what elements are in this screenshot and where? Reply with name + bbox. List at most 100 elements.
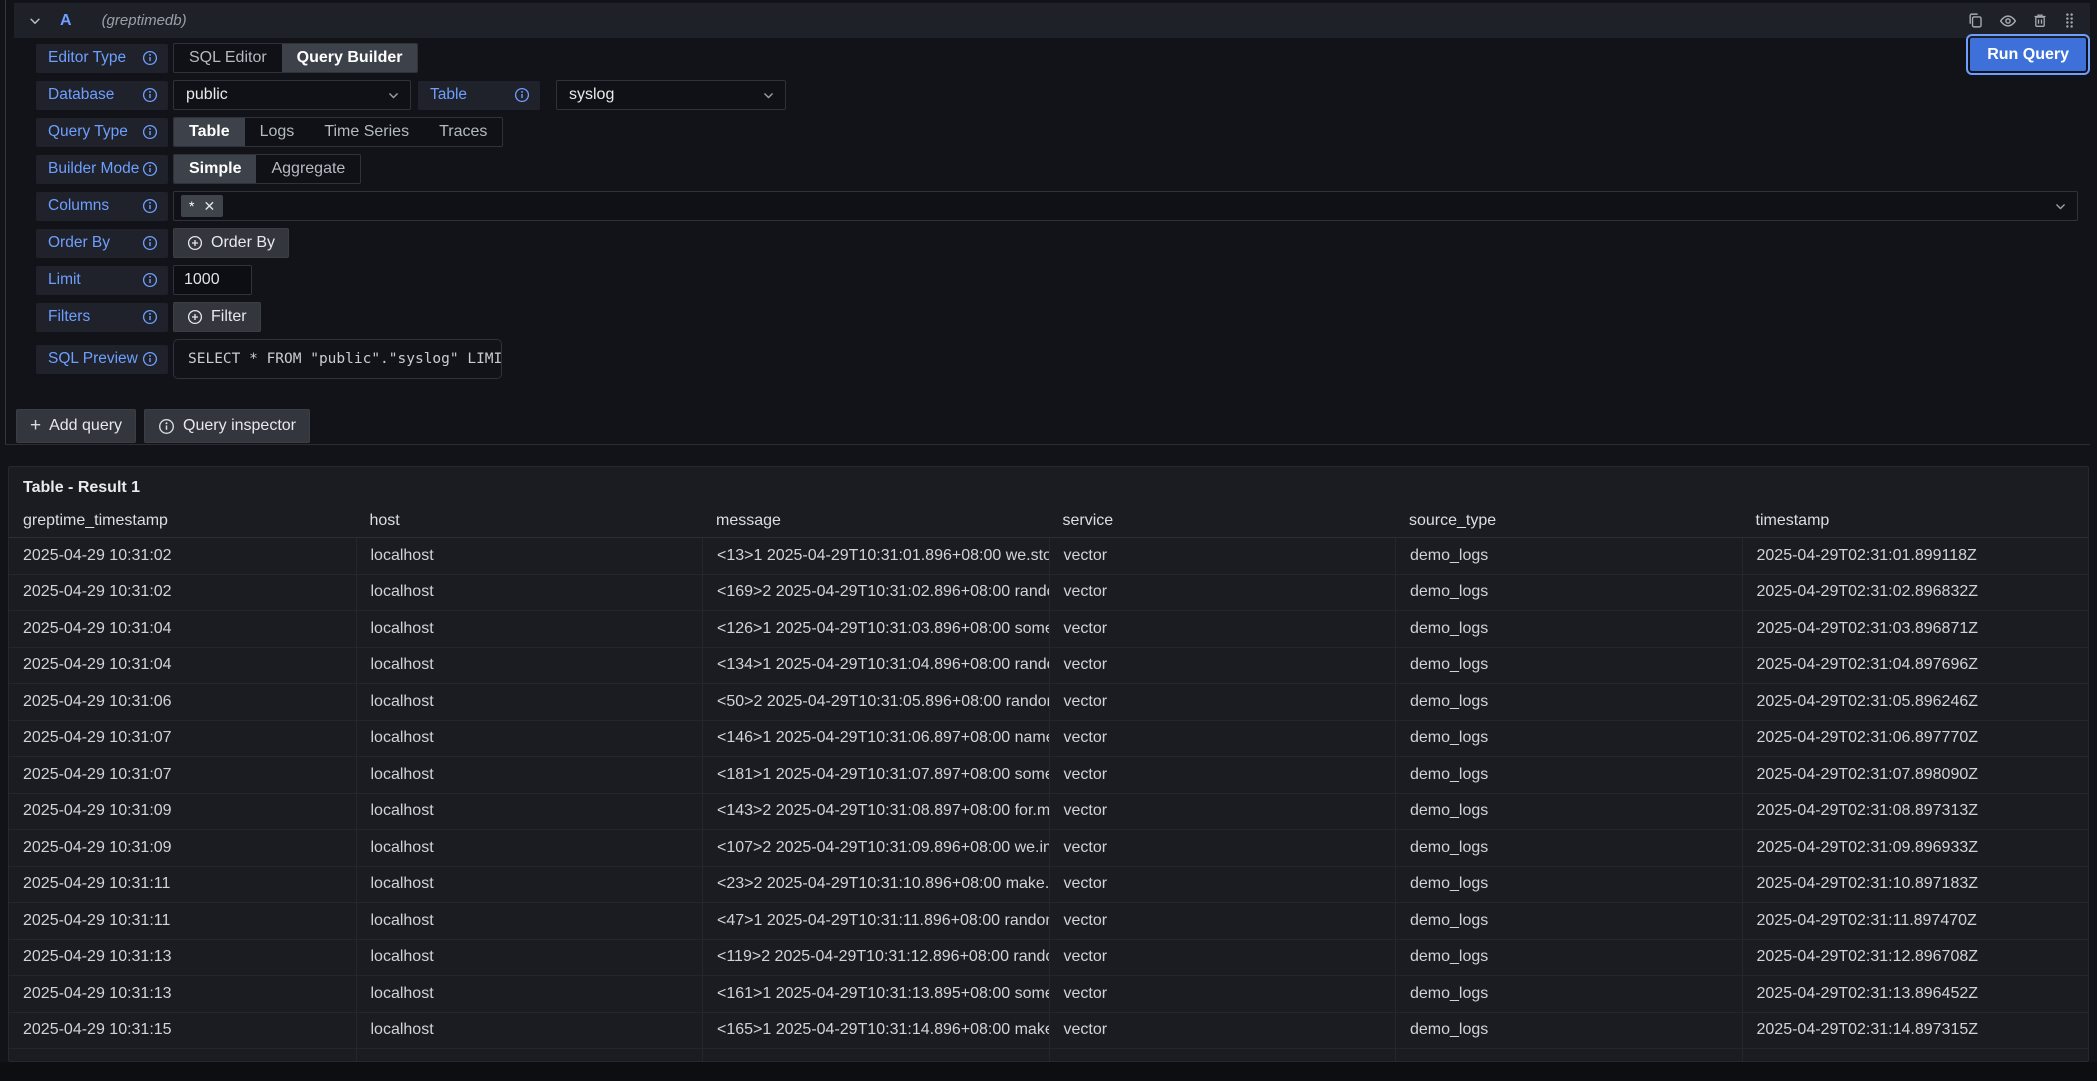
table-cell: <107>2 2025-04-29T10:31:09.896+08:00 we.… [702, 830, 1049, 866]
editor-type-option-query-builder[interactable]: Query Builder [282, 44, 418, 72]
table-cell: <119>2 2025-04-29T10:31:12.896+08:00 ran… [702, 940, 1049, 976]
results-panel: Table - Result 1 greptime_timestamp host… [8, 466, 2089, 1062]
table-cell: localhost [356, 1013, 703, 1049]
table-label: Table [418, 81, 540, 110]
builder-mode-row: Builder Mode Simple Aggregate [36, 154, 2090, 184]
table-cell: vector [1049, 976, 1396, 1012]
table-cell: localhost [356, 794, 703, 830]
builder-mode-option-aggregate[interactable]: Aggregate [256, 155, 360, 183]
info-icon[interactable] [142, 272, 158, 288]
add-filter-button[interactable]: Filter [173, 302, 261, 332]
table-cell: demo_logs [1395, 684, 1742, 720]
table-cell: 2025-04-29T02:31:11.897470Z [1742, 903, 2089, 939]
table-cell: localhost [356, 940, 703, 976]
collapse-chevron-icon[interactable] [28, 14, 42, 28]
table-cell: 2025-04-29T02:31:04.897696Z [1742, 648, 2089, 684]
column-header-greptime-timestamp[interactable]: greptime_timestamp [9, 505, 356, 537]
trash-icon[interactable] [2032, 12, 2048, 29]
query-type-option-logs[interactable]: Logs [245, 118, 310, 146]
table-cell: <165>1 2025-04-29T10:31:14.896+08:00 mak… [702, 1013, 1049, 1049]
table-cell: 2025-04-29T02:31:08.897313Z [1742, 794, 2089, 830]
database-label: Database [36, 81, 168, 110]
info-icon[interactable] [142, 235, 158, 251]
table-cell: vector [1049, 794, 1396, 830]
drag-handle-icon[interactable] [2063, 12, 2076, 29]
editor-type-group: SQL Editor Query Builder [173, 43, 418, 73]
limit-input[interactable] [173, 265, 252, 295]
query-inspector-button[interactable]: Query inspector [144, 409, 310, 443]
builder-mode-option-simple[interactable]: Simple [174, 155, 256, 183]
table-cell: 2025-04-29T02:31:06.897770Z [1742, 721, 2089, 757]
remove-column-icon[interactable]: ✕ [203, 199, 215, 213]
query-ref-id[interactable]: A [60, 12, 72, 30]
table-cell: vector [1049, 684, 1396, 720]
column-header-service[interactable]: service [1049, 505, 1396, 537]
run-query-button[interactable]: Run Query [1970, 38, 2086, 71]
datasource-hint: (greptimedb) [102, 12, 187, 29]
filters-label: Filters [36, 303, 168, 332]
editor-type-label: Editor Type [36, 44, 168, 73]
results-table: greptime_timestamp host message service … [9, 505, 2088, 1062]
table-cell: 2025-04-29T02:31:14.897315Z [1742, 1013, 2089, 1049]
add-order-by-button[interactable]: Order By [173, 228, 289, 258]
table-cell: demo_logs [1395, 976, 1742, 1012]
info-icon[interactable] [142, 198, 158, 214]
order-by-label: Order By [36, 229, 168, 258]
order-by-row: Order By Order By [36, 228, 2090, 258]
info-icon[interactable] [142, 50, 158, 66]
column-header-source-type[interactable]: source_type [1395, 505, 1742, 537]
limit-label: Limit [36, 266, 168, 295]
columns-row: Columns * ✕ [36, 191, 2090, 221]
table-cell: <146>1 2025-04-29T10:31:06.897+08:00 nam… [702, 721, 1049, 757]
table-cell: 2025-04-29 10:31:04 [9, 611, 356, 647]
table-cell: 2025-04-29 10:31:07 [9, 757, 356, 793]
table-cell: localhost [356, 903, 703, 939]
query-type-option-traces[interactable]: Traces [424, 118, 502, 146]
table-cell: vector [1049, 830, 1396, 866]
query-editor-row: A (greptimedb) [5, 0, 2090, 445]
table-cell: demo_logs [1395, 903, 1742, 939]
table-cell: 2025-04-29T02:31:02.896832Z [1742, 575, 2089, 611]
column-header-host[interactable]: host [356, 505, 703, 537]
info-icon[interactable] [514, 87, 530, 103]
column-header-message[interactable]: message [702, 505, 1049, 537]
info-icon[interactable] [142, 161, 158, 177]
table-cell: <134>1 2025-04-29T10:31:04.896+08:00 ran… [702, 648, 1049, 684]
table-cell: localhost [356, 684, 703, 720]
query-type-option-table[interactable]: Table [174, 118, 245, 146]
info-icon[interactable] [142, 351, 158, 367]
table-select[interactable]: syslog [556, 80, 786, 110]
table-cell: 2025-04-29T02:31:01.899118Z [1742, 538, 2089, 574]
add-query-button[interactable]: + Add query [16, 409, 136, 443]
table-cell: vector [1049, 1013, 1396, 1049]
info-icon[interactable] [142, 309, 158, 325]
editor-type-option-sql-editor[interactable]: SQL Editor [174, 44, 282, 72]
table-filler-row [9, 1049, 2088, 1062]
table-cell: localhost [356, 867, 703, 903]
copy-icon[interactable] [1967, 12, 1984, 29]
plus-circle-icon [187, 235, 203, 251]
table-cell: vector [1049, 611, 1396, 647]
plus-circle-icon [187, 309, 203, 325]
selected-column-chip: * ✕ [181, 195, 223, 217]
info-icon[interactable] [142, 87, 158, 103]
table-row: 2025-04-29 10:31:11 localhost <47>1 2025… [9, 903, 2088, 940]
eye-icon[interactable] [1999, 12, 2017, 30]
columns-multiselect[interactable]: * ✕ [173, 191, 2078, 221]
query-type-option-time-series[interactable]: Time Series [309, 118, 424, 146]
info-icon[interactable] [142, 124, 158, 140]
table-cell: 2025-04-29T02:31:07.898090Z [1742, 757, 2089, 793]
table-row: 2025-04-29 10:31:15 localhost <165>1 202… [9, 1013, 2088, 1050]
info-circle-icon [158, 418, 175, 435]
column-header-timestamp[interactable]: timestamp [1742, 505, 2089, 537]
table-cell: localhost [356, 757, 703, 793]
database-select[interactable]: public [173, 80, 411, 110]
table-row: 2025-04-29 10:31:02 localhost <169>2 202… [9, 575, 2088, 612]
database-table-row: Database public Table syslog [36, 80, 2090, 110]
sql-preview-label: SQL Preview [36, 345, 168, 374]
chevron-down-icon [2054, 200, 2067, 213]
chevron-down-icon [387, 89, 400, 102]
limit-row: Limit [36, 265, 2090, 295]
table-cell: <143>2 2025-04-29T10:31:08.897+08:00 for… [702, 794, 1049, 830]
table-cell: localhost [356, 538, 703, 574]
